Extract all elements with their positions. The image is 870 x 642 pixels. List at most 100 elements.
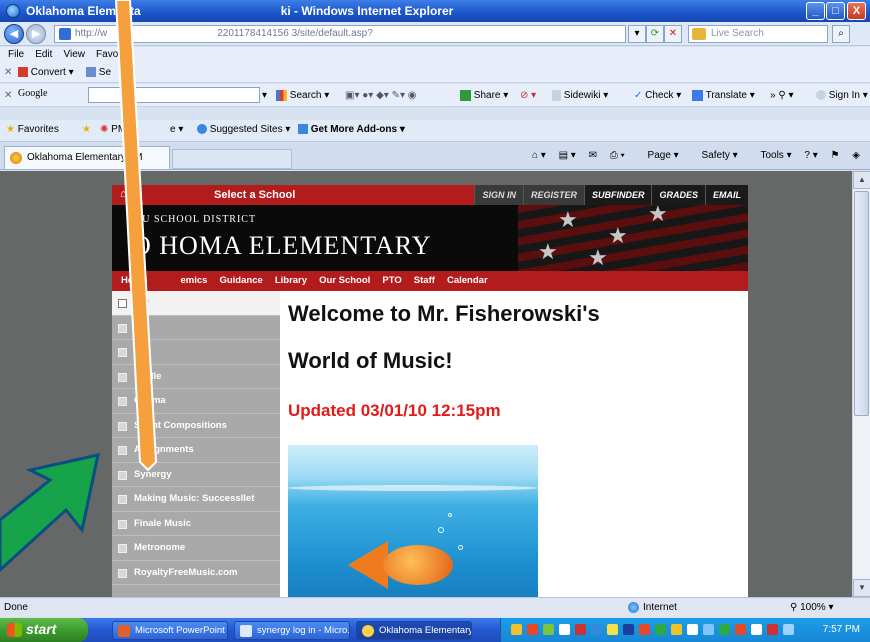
new-tab-button[interactable] bbox=[172, 149, 292, 169]
favorite-item-2[interactable]: e ▾ bbox=[170, 124, 183, 135]
task-powerpoint[interactable]: Microsoft PowerPoint ... bbox=[112, 621, 228, 640]
tray-icon[interactable] bbox=[591, 624, 602, 635]
tray-icon[interactable] bbox=[623, 624, 634, 635]
side-item-making-music[interactable]: Making Music: Successllet bbox=[112, 487, 280, 512]
live-search-input[interactable]: Live Search bbox=[688, 25, 828, 43]
vertical-scrollbar[interactable]: ▲ ▼ bbox=[852, 171, 870, 597]
tray-icon[interactable] bbox=[687, 624, 698, 635]
search-icon[interactable]: ⌕ bbox=[832, 25, 850, 43]
nav-pto[interactable]: PTO bbox=[382, 271, 401, 291]
translate-button[interactable]: Translate ▾ bbox=[692, 89, 755, 103]
google-toolbar-close-icon[interactable]: ✕ bbox=[4, 89, 12, 103]
menu-view[interactable]: View bbox=[63, 47, 85, 63]
side-item-band[interactable]: Ba bbox=[112, 316, 280, 340]
zoom-level[interactable]: ⚲ 100% ▾ bbox=[790, 602, 834, 613]
google-search-input[interactable] bbox=[88, 87, 260, 103]
task-synergy[interactable]: synergy log in - Micro... bbox=[234, 621, 350, 640]
tray-icon[interactable] bbox=[671, 624, 682, 635]
side-item-welcome[interactable]: We bbox=[112, 291, 280, 316]
side-item-finale-music[interactable]: Finale Music bbox=[112, 512, 280, 536]
tray-icon[interactable] bbox=[511, 624, 522, 635]
nav-staff[interactable]: Staff bbox=[414, 271, 435, 291]
menu-file[interactable]: File bbox=[8, 47, 24, 63]
print-icon[interactable]: ⎙ ▾ bbox=[610, 150, 625, 161]
task-oklahoma-elementary[interactable]: Oklahoma Elementary... bbox=[356, 621, 472, 640]
blocked-icon[interactable]: ⊘ ▾ bbox=[520, 89, 536, 103]
nav-our-school[interactable]: Our School bbox=[319, 271, 370, 291]
safety-menu[interactable]: Safety ▾ bbox=[692, 150, 738, 161]
back-button[interactable]: ◀ bbox=[4, 24, 24, 44]
side-item-royaltyfreemusic[interactable]: RoyaltyFreeMusic.com bbox=[112, 561, 280, 585]
toolbar-close-icon[interactable]: ✕ bbox=[4, 66, 12, 80]
research-icon[interactable]: ⚑ bbox=[831, 150, 840, 161]
side-item-synergy[interactable]: Synergy bbox=[112, 463, 280, 487]
scroll-up-icon[interactable]: ▲ bbox=[853, 171, 870, 189]
tray-icon[interactable] bbox=[767, 624, 778, 635]
get-addons-link[interactable]: Get More Add-ons ▾ bbox=[298, 124, 405, 135]
menu-edit[interactable]: Edit bbox=[35, 47, 52, 63]
url-input[interactable]: http://w 2201178414156 3/site/default.asp… bbox=[54, 25, 626, 43]
tray-icon[interactable] bbox=[575, 624, 586, 635]
tray-icon[interactable] bbox=[719, 624, 730, 635]
select-school-link[interactable]: Select a School bbox=[214, 189, 295, 201]
minimize-button[interactable]: _ bbox=[806, 2, 825, 20]
scroll-thumb[interactable] bbox=[854, 191, 869, 416]
select-button[interactable]: Se bbox=[86, 66, 111, 80]
toolbar-buttons-group[interactable]: ▣▾ ●▾ ◆▾ ✎▾ ◉ bbox=[345, 89, 416, 103]
nav-calendar[interactable]: Calendar bbox=[447, 271, 488, 291]
side-item-metronome[interactable]: Metronome bbox=[112, 536, 280, 561]
onenote-icon[interactable]: ◈ bbox=[852, 150, 860, 161]
home-icon[interactable]: ⌂ ▾ bbox=[532, 150, 546, 161]
sign-in-link[interactable]: SIGN IN bbox=[474, 185, 523, 205]
tray-icon[interactable] bbox=[527, 624, 538, 635]
side-item-performances[interactable]: Pe bbox=[112, 340, 280, 365]
email-link[interactable]: EMAIL bbox=[705, 185, 748, 205]
mail-icon[interactable]: ✉ bbox=[589, 150, 597, 161]
nav-guidance[interactable]: Guidance bbox=[219, 271, 262, 291]
stop-icon[interactable]: ✕ bbox=[664, 25, 682, 43]
tray-icon[interactable] bbox=[703, 624, 714, 635]
volume-icon[interactable] bbox=[751, 624, 762, 635]
grades-link[interactable]: GRADES bbox=[651, 185, 705, 205]
tools-menu[interactable]: Tools ▾ bbox=[750, 150, 791, 161]
suggested-sites-link[interactable]: Suggested Sites ▾ bbox=[197, 124, 290, 135]
favorite-pm-link[interactable]: ✺ PM bbox=[100, 124, 126, 135]
scroll-down-icon[interactable]: ▼ bbox=[853, 579, 870, 597]
side-item-oklahoma[interactable]: Okl ma bbox=[112, 389, 280, 414]
register-link[interactable]: REGISTER bbox=[522, 185, 584, 205]
share-button[interactable]: Share ▾ bbox=[460, 89, 508, 103]
nav-home[interactable]: Home bbox=[121, 271, 147, 291]
more-tools-icon[interactable]: » ⚲ ▾ bbox=[770, 89, 793, 103]
tray-icon[interactable] bbox=[607, 624, 618, 635]
tray-icon[interactable] bbox=[559, 624, 570, 635]
forward-button[interactable]: ▶ bbox=[26, 24, 46, 44]
side-item-syllabus[interactable]: Syl lle bbox=[112, 365, 280, 389]
convert-button[interactable]: Convert ▾ bbox=[18, 66, 74, 80]
tray-icon[interactable] bbox=[639, 624, 650, 635]
side-item-student-compositions[interactable]: Stu nt Compositions bbox=[112, 414, 280, 438]
site-home-icon[interactable]: ⌂ bbox=[120, 188, 127, 200]
tray-icon[interactable] bbox=[655, 624, 666, 635]
menu-favorites[interactable]: Favori bbox=[96, 47, 124, 63]
tab-oklahoma-elementary[interactable]: Oklahoma Elementary | M bbox=[4, 146, 170, 169]
check-button[interactable]: ✓ Check ▾ bbox=[634, 89, 681, 103]
network-icon[interactable] bbox=[783, 624, 794, 635]
refresh-icon[interactable]: ⟳ bbox=[646, 25, 664, 43]
tray-icon[interactable] bbox=[735, 624, 746, 635]
help-icon[interactable]: ? ▾ bbox=[804, 150, 817, 161]
signin-button[interactable]: Sign In ▾ bbox=[816, 89, 868, 103]
sidewiki-button[interactable]: Sidewiki ▾ bbox=[552, 89, 608, 103]
feeds-icon[interactable]: ▤ ▾ bbox=[559, 150, 576, 161]
side-item-assignments[interactable]: Ass gnments bbox=[112, 438, 280, 463]
url-dropdown-icon[interactable]: ▾ bbox=[628, 25, 646, 43]
favorites-button[interactable]: ★ Favorites bbox=[6, 124, 59, 135]
close-button[interactable]: X bbox=[847, 2, 866, 20]
page-menu[interactable]: Page ▾ bbox=[638, 150, 679, 161]
add-favorite-icon[interactable]: ★ bbox=[82, 124, 91, 135]
restore-button[interactable]: □ bbox=[826, 2, 845, 20]
subfinder-link[interactable]: SUBFINDER bbox=[583, 185, 652, 205]
google-dropdown-icon[interactable]: ▾ bbox=[262, 89, 267, 103]
nav-library[interactable]: Library bbox=[275, 271, 307, 291]
tray-icon[interactable] bbox=[543, 624, 554, 635]
google-search-button[interactable]: Search ▾ bbox=[276, 89, 329, 103]
